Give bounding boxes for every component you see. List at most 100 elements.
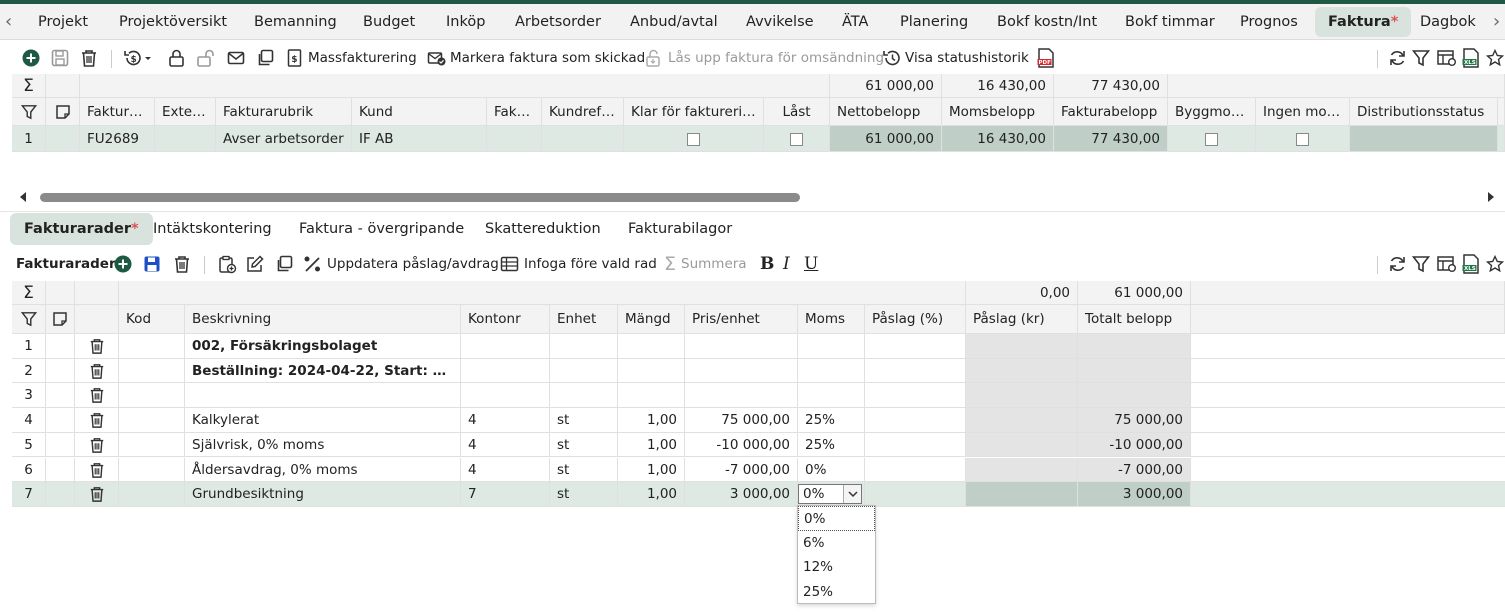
delete-row-button[interactable] xyxy=(75,358,119,384)
header-ingen-moms[interactable]: Ingen moms xyxy=(1256,98,1350,126)
row-enhet[interactable]: st xyxy=(550,457,618,483)
row-number[interactable]: 2 xyxy=(12,358,46,384)
edit-row-button[interactable] xyxy=(246,249,264,279)
row-moms[interactable]: 0% xyxy=(798,457,865,483)
refresh-rows-button[interactable] xyxy=(1388,249,1407,279)
update-markup-button[interactable]: Uppdatera påslag/avdrag xyxy=(303,249,499,279)
status-history-button[interactable]: Visa statushistorik xyxy=(882,43,1029,73)
lock-button[interactable] xyxy=(168,43,185,73)
header-momsbelopp[interactable]: Momsbelopp xyxy=(942,98,1054,126)
header-distributionsstatus[interactable]: Distributionsstatus xyxy=(1350,98,1498,126)
italic-button[interactable]: I xyxy=(783,249,790,279)
invoice-faktura-nr[interactable]: FU2689 xyxy=(80,126,155,152)
header-paslag-kr[interactable]: Påslag (kr) xyxy=(966,305,1078,334)
header-extern[interactable]: Extern… xyxy=(155,98,216,126)
delete-rows-button[interactable] xyxy=(173,249,191,279)
header-totalt-belopp[interactable]: Totalt belopp xyxy=(1078,305,1191,334)
row-kontonr[interactable] xyxy=(461,334,550,359)
moms-option-12[interactable]: 12% xyxy=(798,555,875,580)
row-pris-enhet[interactable]: 3 000,00 xyxy=(685,482,798,507)
row-number[interactable]: 3 xyxy=(12,383,46,409)
row-enhet[interactable]: st xyxy=(550,432,618,458)
header-kund[interactable]: Kund xyxy=(352,98,487,126)
header-fakt[interactable]: Fakt… xyxy=(487,98,542,126)
delete-row-button[interactable] xyxy=(75,334,119,359)
row-beskrivning[interactable]: Beställning: 2024-04-22, Start: 2024-… xyxy=(185,358,461,384)
row-pris-enhet[interactable]: 75 000,00 xyxy=(685,408,798,433)
header-moms[interactable]: Moms xyxy=(798,305,865,334)
row-enhet[interactable]: st xyxy=(550,408,618,433)
bold-button[interactable]: B xyxy=(760,249,774,279)
row-number[interactable]: 1 xyxy=(12,334,46,359)
invoice-rubrik[interactable]: Avser arbetsorder xyxy=(216,126,352,152)
row-number[interactable]: 5 xyxy=(12,432,46,458)
row-note[interactable] xyxy=(46,457,75,483)
row-enhet[interactable] xyxy=(550,334,618,359)
chevron-down-icon[interactable] xyxy=(843,485,861,504)
row-moms[interactable]: 0% xyxy=(798,482,865,507)
row-moms[interactable]: 25% xyxy=(798,408,865,433)
row-kod[interactable] xyxy=(119,334,185,359)
delete-row-button[interactable] xyxy=(75,432,119,458)
horizontal-scrollbar-thumb[interactable] xyxy=(40,193,800,202)
tab-bokf-kostn-int[interactable]: Bokf kostn/Int xyxy=(997,7,1097,37)
scroll-left-arrow-icon[interactable] xyxy=(18,191,28,203)
row-beskrivning[interactable]: Åldersavdrag, 0% moms xyxy=(185,457,461,483)
favorite-button[interactable] xyxy=(1486,43,1504,73)
tab-bemanning[interactable]: Bemanning xyxy=(254,7,337,37)
row-number[interactable]: 7 xyxy=(12,482,46,507)
row-moms[interactable]: 25% xyxy=(798,432,865,458)
tab-ata[interactable]: ÄTA xyxy=(842,7,868,37)
row-kontonr[interactable]: 7 xyxy=(461,482,550,507)
row-kontonr[interactable] xyxy=(461,383,550,409)
save-rows-button[interactable] xyxy=(143,249,161,279)
header-kundref-nr[interactable]: Kundref nr xyxy=(542,98,624,126)
subtab-fakturarader[interactable]: Fakturarader* xyxy=(10,213,153,245)
row-note[interactable] xyxy=(46,482,75,507)
moms-option-6[interactable]: 6% xyxy=(798,531,875,556)
last-checkbox[interactable] xyxy=(790,132,803,146)
row-kod[interactable] xyxy=(119,432,185,458)
row-kontonr[interactable]: 4 xyxy=(461,457,550,483)
row-mangd[interactable] xyxy=(618,383,685,409)
row-kontonr[interactable] xyxy=(461,358,550,384)
underline-button[interactable]: U xyxy=(804,249,818,279)
invoice-row-number[interactable]: 1 xyxy=(12,126,46,152)
note-column-header[interactable] xyxy=(46,98,80,126)
invoice-kundref[interactable] xyxy=(542,126,624,152)
row-kod[interactable] xyxy=(119,383,185,409)
copy-row-button[interactable] xyxy=(275,249,293,279)
row-beskrivning[interactable]: 002, Försäkringsbolaget xyxy=(185,334,461,359)
subtab-intaktskontering[interactable]: Intäktskontering xyxy=(153,213,272,245)
invoice-kund[interactable]: IF AB xyxy=(352,126,487,152)
row-moms[interactable] xyxy=(798,383,865,409)
delete-row-button[interactable] xyxy=(75,383,119,409)
delete-row-button[interactable] xyxy=(75,482,119,507)
row-note[interactable] xyxy=(46,408,75,433)
tab-projekt[interactable]: Projekt xyxy=(38,7,88,37)
rows-favorite-button[interactable] xyxy=(1486,249,1504,279)
header-paslag-pct[interactable]: Påslag (%) xyxy=(865,305,966,334)
row-enhet[interactable]: st xyxy=(550,482,618,507)
tab-budget[interactable]: Budget xyxy=(363,7,415,37)
tab-projektoversikt[interactable]: Projektöversikt xyxy=(119,7,227,37)
row-moms[interactable] xyxy=(798,334,865,359)
header-faktura-nr[interactable]: Faktura nr xyxy=(80,98,155,126)
header-fakturarubrik[interactable]: Fakturarubrik xyxy=(216,98,352,126)
excel-export-button[interactable]: XLS xyxy=(1462,43,1480,73)
column-settings-button[interactable] xyxy=(1437,43,1457,73)
rows-excel-export-button[interactable]: XLS xyxy=(1462,249,1480,279)
filter-row-icon-cell[interactable] xyxy=(12,305,46,334)
row-note[interactable] xyxy=(46,383,75,409)
currency-menu-button[interactable]: $ xyxy=(123,43,151,73)
tab-inkop[interactable]: Inköp xyxy=(446,7,485,37)
subtab-faktura-overgripande[interactable]: Faktura - övergripande xyxy=(299,213,464,245)
header-pris-enhet[interactable]: Pris/enhet xyxy=(685,305,798,334)
chevron-right-icon[interactable]: › xyxy=(1493,4,1500,40)
summera-button[interactable]: Σ Summera xyxy=(664,249,747,279)
row-beskrivning[interactable]: Kalkylerat xyxy=(185,408,461,433)
byggmoms-checkbox[interactable] xyxy=(1205,132,1218,146)
rows-column-settings-button[interactable] xyxy=(1437,249,1457,279)
tab-bokf-timmar[interactable]: Bokf timmar xyxy=(1125,7,1215,37)
invoice-extern[interactable] xyxy=(155,126,216,152)
